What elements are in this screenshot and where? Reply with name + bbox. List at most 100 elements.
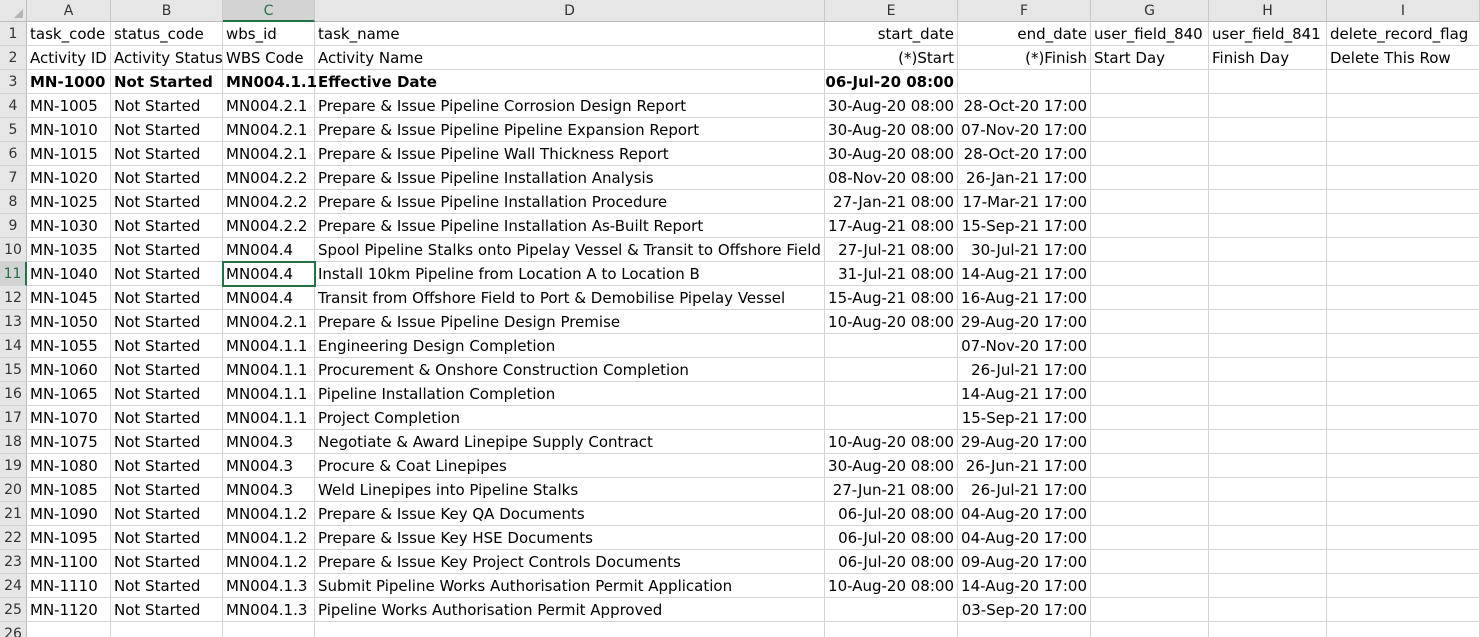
cell-c8[interactable]: MN004.2.2 <box>223 190 315 214</box>
column-header-a[interactable]: A <box>27 0 111 22</box>
cell-f12[interactable]: 16-Aug-21 17:00 <box>958 286 1091 310</box>
cell-i18[interactable] <box>1327 430 1480 454</box>
cell-h15[interactable] <box>1209 358 1327 382</box>
cell-a18[interactable]: MN-1075 <box>27 430 111 454</box>
cell-f3[interactable] <box>958 70 1091 94</box>
cell-h4[interactable] <box>1209 94 1327 118</box>
column-header-b[interactable]: B <box>111 0 223 22</box>
cell-b23[interactable]: Not Started <box>111 550 223 574</box>
select-all-corner[interactable] <box>0 0 27 22</box>
cell-i20[interactable] <box>1327 478 1480 502</box>
row-header-11[interactable]: 11 <box>0 262 27 286</box>
cell-i4[interactable] <box>1327 94 1480 118</box>
cell-f8[interactable]: 17-Mar-21 17:00 <box>958 190 1091 214</box>
cell-e3[interactable]: 06-Jul-20 08:00 <box>825 70 958 94</box>
column-header-f[interactable]: F <box>958 0 1091 22</box>
cell-e25[interactable] <box>825 598 958 622</box>
cell-h22[interactable] <box>1209 526 1327 550</box>
cell-b20[interactable]: Not Started <box>111 478 223 502</box>
cell-f7[interactable]: 26-Jan-21 17:00 <box>958 166 1091 190</box>
column-header-c[interactable]: C <box>223 0 315 22</box>
cell-d19[interactable]: Procure & Coat Linepipes <box>315 454 825 478</box>
cell-f25[interactable]: 03-Sep-20 17:00 <box>958 598 1091 622</box>
cell-c6[interactable]: MN004.2.1 <box>223 142 315 166</box>
cell-g26[interactable] <box>1091 622 1209 637</box>
cell-f1[interactable]: end_date <box>958 22 1091 46</box>
cell-a11[interactable]: MN-1040 <box>27 262 111 286</box>
cell-h24[interactable] <box>1209 574 1327 598</box>
row-header-24[interactable]: 24 <box>0 574 27 598</box>
cell-i13[interactable] <box>1327 310 1480 334</box>
cell-c10[interactable]: MN004.4 <box>223 238 315 262</box>
cell-e2[interactable]: (*)Start <box>825 46 958 70</box>
cell-d2[interactable]: Activity Name <box>315 46 825 70</box>
cell-i2[interactable]: Delete This Row <box>1327 46 1480 70</box>
cell-a17[interactable]: MN-1070 <box>27 406 111 430</box>
row-header-21[interactable]: 21 <box>0 502 27 526</box>
cell-g14[interactable] <box>1091 334 1209 358</box>
row-header-12[interactable]: 12 <box>0 286 27 310</box>
row-header-16[interactable]: 16 <box>0 382 27 406</box>
cell-e1[interactable]: start_date <box>825 22 958 46</box>
cell-e4[interactable]: 30-Aug-20 08:00 <box>825 94 958 118</box>
cell-a15[interactable]: MN-1060 <box>27 358 111 382</box>
cell-c15[interactable]: MN004.1.1 <box>223 358 315 382</box>
cell-f19[interactable]: 26-Jun-21 17:00 <box>958 454 1091 478</box>
cell-g4[interactable] <box>1091 94 1209 118</box>
cell-i9[interactable] <box>1327 214 1480 238</box>
cell-h19[interactable] <box>1209 454 1327 478</box>
cell-d1[interactable]: task_name <box>315 22 825 46</box>
cell-c16[interactable]: MN004.1.1 <box>223 382 315 406</box>
cell-f5[interactable]: 07-Nov-20 17:00 <box>958 118 1091 142</box>
cell-e12[interactable]: 15-Aug-21 08:00 <box>825 286 958 310</box>
cell-g2[interactable]: Start Day <box>1091 46 1209 70</box>
cell-e24[interactable]: 10-Aug-20 08:00 <box>825 574 958 598</box>
row-header-4[interactable]: 4 <box>0 94 27 118</box>
cell-i24[interactable] <box>1327 574 1480 598</box>
row-header-26[interactable]: 26 <box>0 622 27 637</box>
row-header-2[interactable]: 2 <box>0 46 27 70</box>
cell-b3[interactable]: Not Started <box>111 70 223 94</box>
cell-d20[interactable]: Weld Linepipes into Pipeline Stalks <box>315 478 825 502</box>
cell-b7[interactable]: Not Started <box>111 166 223 190</box>
cell-a23[interactable]: MN-1100 <box>27 550 111 574</box>
cell-a9[interactable]: MN-1030 <box>27 214 111 238</box>
cell-h14[interactable] <box>1209 334 1327 358</box>
cell-c11[interactable]: MN004.4 <box>222 261 316 287</box>
cell-d17[interactable]: Project Completion <box>315 406 825 430</box>
cell-b8[interactable]: Not Started <box>111 190 223 214</box>
cell-e7[interactable]: 08-Nov-20 08:00 <box>825 166 958 190</box>
cell-e16[interactable] <box>825 382 958 406</box>
cell-g1[interactable]: user_field_840 <box>1091 22 1209 46</box>
cell-i23[interactable] <box>1327 550 1480 574</box>
cell-b26[interactable] <box>111 622 223 637</box>
cell-c24[interactable]: MN004.1.3 <box>223 574 315 598</box>
cell-d7[interactable]: Prepare & Issue Pipeline Installation An… <box>315 166 825 190</box>
row-header-10[interactable]: 10 <box>0 238 27 262</box>
cell-g15[interactable] <box>1091 358 1209 382</box>
cell-b25[interactable]: Not Started <box>111 598 223 622</box>
cell-a1[interactable]: task_code <box>27 22 111 46</box>
cell-i14[interactable] <box>1327 334 1480 358</box>
cell-i21[interactable] <box>1327 502 1480 526</box>
cell-i26[interactable] <box>1327 622 1480 637</box>
cell-f15[interactable]: 26-Jul-21 17:00 <box>958 358 1091 382</box>
cell-d18[interactable]: Negotiate & Award Linepipe Supply Contra… <box>315 430 825 454</box>
cell-a5[interactable]: MN-1010 <box>27 118 111 142</box>
row-header-9[interactable]: 9 <box>0 214 27 238</box>
cell-h1[interactable]: user_field_841 <box>1209 22 1327 46</box>
cell-c12[interactable]: MN004.4 <box>223 286 315 310</box>
cell-h26[interactable] <box>1209 622 1327 637</box>
cell-b15[interactable]: Not Started <box>111 358 223 382</box>
cell-c18[interactable]: MN004.3 <box>223 430 315 454</box>
cell-f17[interactable]: 15-Sep-21 17:00 <box>958 406 1091 430</box>
cell-b2[interactable]: Activity Status <box>111 46 223 70</box>
cell-f24[interactable]: 14-Aug-20 17:00 <box>958 574 1091 598</box>
cell-b5[interactable]: Not Started <box>111 118 223 142</box>
cell-g8[interactable] <box>1091 190 1209 214</box>
row-header-8[interactable]: 8 <box>0 190 27 214</box>
cell-g22[interactable] <box>1091 526 1209 550</box>
row-header-7[interactable]: 7 <box>0 166 27 190</box>
cell-c1[interactable]: wbs_id <box>223 22 315 46</box>
column-header-i[interactable]: I <box>1327 0 1480 22</box>
